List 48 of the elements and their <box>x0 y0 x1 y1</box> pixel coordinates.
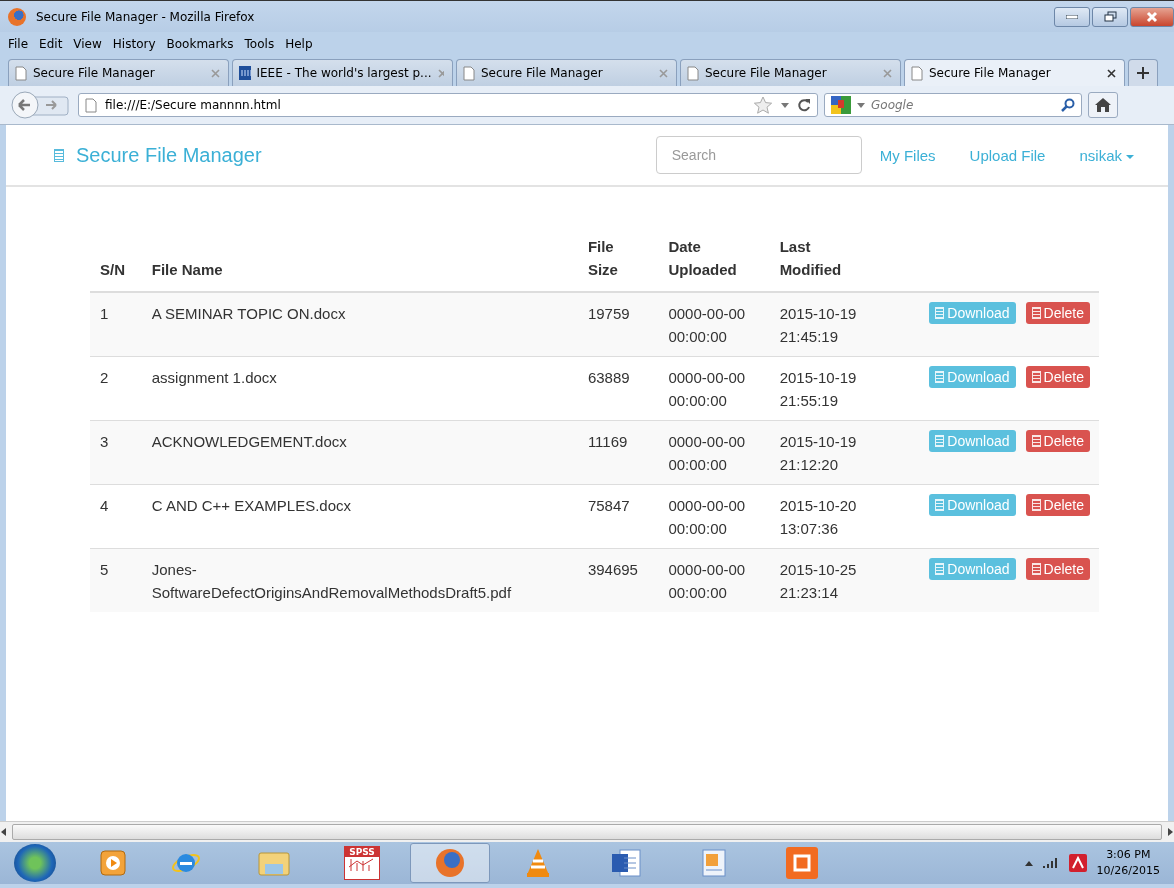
address-bar[interactable]: file:///E:/Secure mannnn.html <box>78 93 818 117</box>
delete-button[interactable]: Delete <box>1025 302 1090 324</box>
delete-button[interactable]: Delete <box>1025 558 1090 580</box>
tab-label: Secure File Manager <box>929 66 1052 80</box>
clock-time: 3:06 PM <box>1106 847 1151 863</box>
delete-button[interactable]: Delete <box>1025 494 1090 516</box>
table-cell: 0000-00-00 00:00:00 <box>658 292 770 357</box>
table-cell: 2015-10-19 21:12:20 <box>769 420 881 485</box>
table-cell: 0000-00-00 00:00:00 <box>658 420 770 485</box>
menu-item[interactable]: Help <box>285 37 313 51</box>
menu-item[interactable]: Bookmarks <box>166 37 234 51</box>
table-cell: 19759 <box>577 292 659 357</box>
table-cell: 394695 <box>577 548 659 612</box>
table-cell: 2015-10-19 21:45:19 <box>769 292 881 357</box>
spss-icon[interactable]: SPSS <box>344 846 380 880</box>
tab-label: Secure File Manager <box>33 66 156 80</box>
tab-label: IEEE - The world's largest p... <box>256 66 432 80</box>
search-field[interactable]: Search <box>655 136 862 174</box>
taskbar-button[interactable]: SPSS <box>322 843 402 883</box>
address-text: file:///E:/Secure mannnn.html <box>105 98 282 112</box>
table-cell: ACKNOWLEDGEMENT.docx <box>141 420 578 485</box>
menu-item[interactable]: Edit <box>39 37 63 51</box>
search-placeholder: Google <box>871 98 915 112</box>
delete-button[interactable]: Delete <box>1025 430 1090 452</box>
menu-item[interactable]: Tools <box>244 37 275 51</box>
menu-item[interactable]: History <box>112 37 156 51</box>
window-title: Secure File Manager - Mozilla Firefox <box>36 9 256 24</box>
menu-item[interactable]: File <box>8 37 29 51</box>
browser-tab[interactable]: Secure File Manager <box>904 59 1125 86</box>
table-cell: A SEMINAR TOPIC ON.docx <box>141 292 578 357</box>
tab-label: Secure File Manager <box>705 66 828 80</box>
table-cell: 2015-10-25 21:23:14 <box>769 548 881 612</box>
browser-tab[interactable]: Secure File Manager <box>680 59 901 86</box>
web-search-field[interactable]: Google <box>824 93 1082 117</box>
menu-item[interactable]: View <box>73 37 102 51</box>
browser-tab[interactable]: IEEE - The world's largest p... <box>232 59 453 86</box>
browser-tab[interactable]: Secure File Manager <box>456 59 677 86</box>
browser-tab[interactable]: Secure File Manager <box>8 59 229 86</box>
user-menu-link[interactable]: nsikak <box>1079 146 1134 164</box>
table-cell: Jones- SoftwareDefectOriginsAndRemovalMethodsDraft5.pdf <box>141 548 578 612</box>
table-cell: 11169 <box>577 420 659 485</box>
table-cell: 5 <box>90 548 142 612</box>
table-cell: 1 <box>90 292 142 357</box>
clock-date: 10/26/2015 <box>1096 863 1160 879</box>
table-cell: 0000-00-00 00:00:00 <box>658 548 770 612</box>
table-cell: 3 <box>90 420 142 485</box>
delete-button[interactable]: Delete <box>1025 366 1090 388</box>
tab-label: Secure File Manager <box>481 66 604 80</box>
